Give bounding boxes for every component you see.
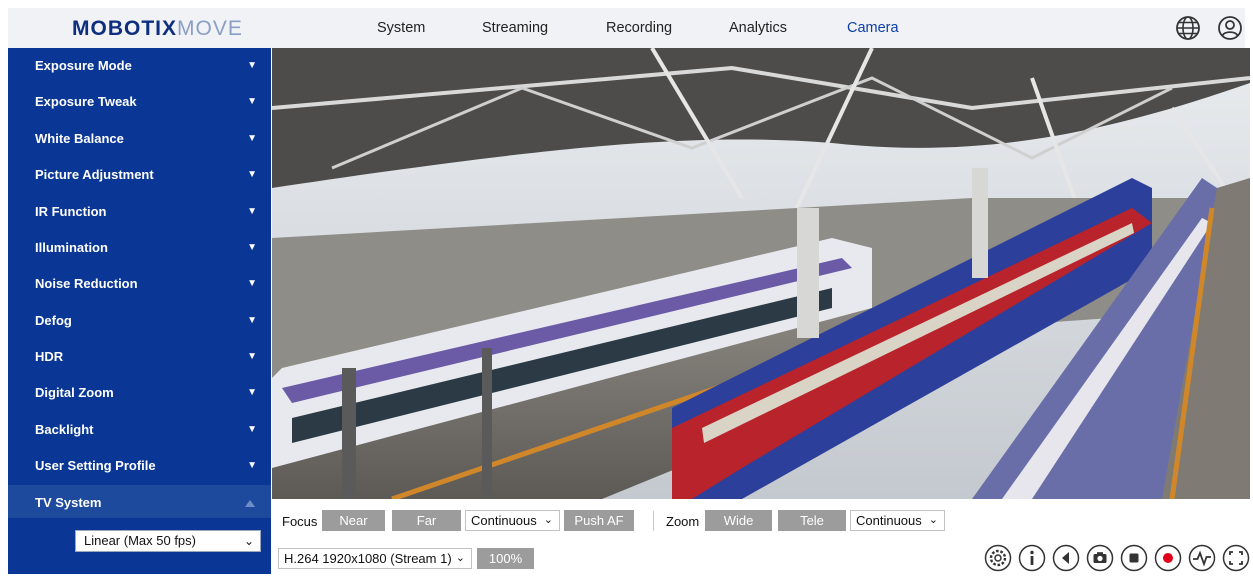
focus-mode-select[interactable]: Continuous ⌄ — [465, 510, 560, 531]
focus-far-button[interactable]: Far — [392, 510, 461, 531]
settings-icon[interactable] — [984, 544, 1012, 572]
record-icon[interactable] — [1154, 544, 1182, 572]
chevron-down-icon: ⌄ — [928, 514, 938, 526]
sidebar-item-label: IR Function — [35, 204, 107, 219]
caret-down-icon: ▼ — [247, 387, 257, 398]
stream-controls: H.264 1920x1080 (Stream 1) ⌄ 100% — [272, 540, 1250, 576]
sidebar-item-label: Exposure Mode — [35, 58, 132, 73]
sidebar-item-white-balance[interactable]: White Balance ▼ — [8, 121, 271, 157]
focus-label: Focus — [282, 514, 318, 529]
caret-down-icon: ▼ — [247, 278, 257, 289]
sidebar-item-label: Illumination — [35, 240, 108, 255]
sidebar-item-label: User Setting Profile — [35, 458, 156, 473]
focus-mode-value: Continuous — [471, 513, 537, 528]
globe-icon[interactable] — [1174, 14, 1202, 42]
caret-down-icon: ▼ — [247, 315, 257, 326]
nav-analytics[interactable]: Analytics — [729, 20, 787, 36]
zoom-mode-value: Continuous — [856, 513, 922, 528]
control-divider — [653, 511, 654, 531]
sidebar-item-label: Backlight — [35, 422, 94, 437]
caret-down-icon: ▼ — [247, 242, 257, 253]
focus-near-button[interactable]: Near — [322, 510, 385, 531]
audio-icon[interactable] — [1052, 544, 1080, 572]
caret-down-icon: ▼ — [247, 206, 257, 217]
sidebar-item-noise-reduction[interactable]: Noise Reduction ▼ — [8, 266, 271, 302]
sidebar-item-label: Defog — [35, 313, 72, 328]
stream-value: H.264 1920x1080 (Stream 1) — [284, 551, 452, 566]
info-icon[interactable] — [1018, 544, 1046, 572]
stream-select[interactable]: H.264 1920x1080 (Stream 1) ⌄ — [278, 548, 472, 569]
nav-streaming[interactable]: Streaming — [482, 20, 548, 36]
nav-system[interactable]: System — [377, 20, 425, 36]
logo-suffix: MOVE — [177, 17, 243, 40]
nav-camera[interactable]: Camera — [847, 20, 899, 36]
caret-down-icon: ▼ — [247, 60, 257, 71]
top-navigation-bar: MOBOTIXMOVE System Streaming Recording A… — [8, 8, 1245, 48]
caret-up-icon — [245, 500, 255, 507]
user-icon[interactable] — [1216, 14, 1244, 42]
logo-brand: MOBOTIX — [72, 17, 177, 40]
push-af-button[interactable]: Push AF — [564, 510, 634, 531]
tv-system-value: Linear (Max 50 fps) — [84, 533, 196, 548]
sidebar-item-user-setting-profile[interactable]: User Setting Profile ▼ — [8, 448, 271, 484]
zoom-label: Zoom — [666, 514, 700, 529]
sidebar-item-label: HDR — [35, 349, 64, 364]
video-scale-button[interactable]: 100% — [477, 548, 534, 569]
tv-system-select[interactable]: Linear (Max 50 fps) ⌄ — [75, 530, 261, 552]
sidebar-item-label: Picture Adjustment — [35, 167, 154, 182]
focus-zoom-controls: Focus Near Far Continuous ⌄ Push AF Zoom… — [272, 502, 1250, 538]
sidebar-item-exposure-tweak[interactable]: Exposure Tweak ▼ — [8, 84, 271, 120]
zoom-wide-button[interactable]: Wide — [705, 510, 772, 531]
caret-down-icon: ▼ — [247, 424, 257, 435]
sidebar-item-defog[interactable]: Defog ▼ — [8, 303, 271, 339]
caret-down-icon: ▼ — [247, 96, 257, 107]
zoom-mode-select[interactable]: Continuous ⌄ — [850, 510, 945, 531]
chevron-down-icon: ⌄ — [243, 534, 254, 548]
chevron-down-icon: ⌄ — [455, 552, 465, 564]
fullscreen-icon[interactable] — [1222, 544, 1250, 572]
sidebar-item-exposure-mode[interactable]: Exposure Mode ▼ — [8, 48, 271, 84]
chevron-down-icon: ⌄ — [543, 514, 553, 526]
nav-recording[interactable]: Recording — [606, 20, 672, 36]
train-station-video-frame — [272, 48, 1250, 499]
caret-down-icon: ▼ — [247, 460, 257, 471]
sidebar-item-tv-system[interactable]: TV System — [8, 485, 271, 521]
camera-live-view[interactable] — [272, 48, 1250, 499]
sidebar-item-label: Noise Reduction — [35, 276, 138, 291]
sidebar-item-label: TV System — [35, 495, 102, 510]
sidebar-item-label: Exposure Tweak — [35, 94, 137, 109]
caret-down-icon: ▼ — [247, 169, 257, 180]
caret-down-icon: ▼ — [247, 133, 257, 144]
sidebar-item-label: White Balance — [35, 131, 124, 146]
camera-settings-sidebar: Exposure Mode ▼ Exposure Tweak ▼ White Bal… — [8, 48, 271, 574]
sidebar-item-picture-adjustment[interactable]: Picture Adjustment ▼ — [8, 157, 271, 193]
caret-down-icon: ▼ — [247, 351, 257, 362]
sidebar-item-label: Digital Zoom — [35, 385, 114, 400]
sidebar-item-illumination[interactable]: Illumination ▼ — [8, 230, 271, 266]
sidebar-item-backlight[interactable]: Backlight ▼ — [8, 412, 271, 448]
mobotix-move-logo[interactable]: MOBOTIXMOVE — [72, 17, 243, 41]
sidebar-item-ir-function[interactable]: IR Function ▼ — [8, 194, 271, 230]
sidebar-item-digital-zoom[interactable]: Digital Zoom ▼ — [8, 375, 271, 411]
stop-icon[interactable] — [1120, 544, 1148, 572]
zoom-tele-button[interactable]: Tele — [778, 510, 846, 531]
snapshot-icon[interactable] — [1086, 544, 1114, 572]
activity-icon[interactable] — [1188, 544, 1216, 572]
tv-system-panel: Linear (Max 50 fps) ⌄ — [8, 518, 271, 574]
sidebar-item-hdr[interactable]: HDR ▼ — [8, 339, 271, 375]
